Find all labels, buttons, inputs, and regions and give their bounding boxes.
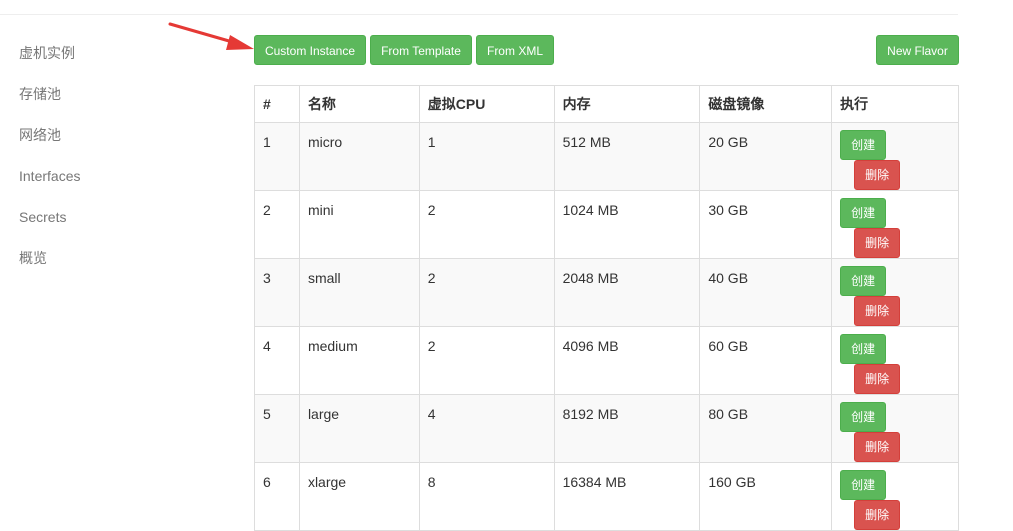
column-header-name: 名称 (298, 85, 420, 123)
delete-button[interactable]: 删除 (854, 160, 901, 190)
cell-memory: 1024 MB (553, 190, 701, 259)
cell-id: 1 (254, 122, 300, 191)
sidebar-item-secrets[interactable]: Secrets (19, 208, 80, 249)
delete-button[interactable]: 删除 (854, 296, 901, 326)
cell-disk: 160 GB (699, 462, 833, 531)
red-arrow-icon (168, 22, 254, 50)
cell-disk: 30 GB (699, 190, 833, 259)
sidebar-item-storage-pools[interactable]: 存储池 (19, 85, 80, 126)
cell-memory: 4096 MB (553, 326, 701, 395)
table-row: 5 large 4 8192 MB 80 GB 创建 删除 (254, 394, 959, 463)
cell-name: small (298, 258, 420, 327)
from-xml-button[interactable]: From XML (476, 35, 554, 65)
create-button[interactable]: 创建 (840, 334, 887, 364)
cell-actions: 创建 删除 (831, 258, 959, 327)
cell-id: 2 (254, 190, 300, 259)
cell-name: medium (298, 326, 420, 395)
column-header-memory: 内存 (553, 85, 701, 123)
sidebar-item-network-pools[interactable]: 网络池 (19, 126, 80, 167)
cell-actions: 创建 删除 (831, 190, 959, 259)
cell-name: micro (298, 122, 420, 191)
table-row: 3 small 2 2048 MB 40 GB 创建 删除 (254, 258, 959, 327)
sidebar-item-instances[interactable]: 虚机实例 (19, 44, 80, 85)
flavors-table: # 名称 虚拟CPU 内存 磁盘镜像 执行 1 micro 1 512 MB 2… (254, 85, 959, 531)
cell-actions: 创建 删除 (831, 462, 959, 531)
delete-button[interactable]: 删除 (854, 500, 901, 530)
column-header-id: # (254, 85, 300, 123)
cell-id: 6 (254, 462, 300, 531)
cell-memory: 2048 MB (553, 258, 701, 327)
delete-button[interactable]: 删除 (854, 432, 901, 462)
cell-id: 4 (254, 326, 300, 395)
cell-actions: 创建 删除 (831, 122, 959, 191)
cell-vcpu: 4 (418, 394, 555, 463)
cell-actions: 创建 删除 (831, 394, 959, 463)
column-header-vcpu: 虚拟CPU (418, 85, 555, 123)
delete-button[interactable]: 删除 (854, 228, 901, 258)
create-button[interactable]: 创建 (840, 130, 887, 160)
cell-name: large (298, 394, 420, 463)
create-button[interactable]: 创建 (840, 266, 887, 296)
cell-vcpu: 2 (418, 326, 555, 395)
column-header-actions: 执行 (831, 85, 959, 123)
table-row: 2 mini 2 1024 MB 30 GB 创建 删除 (254, 190, 959, 259)
new-flavor-button[interactable]: New Flavor (876, 35, 959, 65)
cell-memory: 512 MB (553, 122, 701, 191)
custom-instance-button[interactable]: Custom Instance (254, 35, 366, 65)
cell-disk: 20 GB (699, 122, 833, 191)
cell-actions: 创建 删除 (831, 326, 959, 395)
table-row: 6 xlarge 8 16384 MB 160 GB 创建 删除 (254, 462, 959, 531)
cell-memory: 16384 MB (553, 462, 701, 531)
cell-name: mini (298, 190, 420, 259)
cell-id: 5 (254, 394, 300, 463)
create-button[interactable]: 创建 (840, 470, 887, 500)
cell-disk: 60 GB (699, 326, 833, 395)
delete-button[interactable]: 删除 (854, 364, 901, 394)
table-row: 4 medium 2 4096 MB 60 GB 创建 删除 (254, 326, 959, 395)
cell-memory: 8192 MB (553, 394, 701, 463)
sidebar-item-interfaces[interactable]: Interfaces (19, 167, 80, 208)
cell-id: 3 (254, 258, 300, 327)
table-row: 1 micro 1 512 MB 20 GB 创建 删除 (254, 122, 959, 191)
table-header-row: # 名称 虚拟CPU 内存 磁盘镜像 执行 (254, 85, 959, 123)
sidebar-item-overview[interactable]: 概览 (19, 249, 80, 290)
create-button[interactable]: 创建 (840, 198, 887, 228)
cell-vcpu: 8 (418, 462, 555, 531)
cell-vcpu: 2 (418, 190, 555, 259)
from-template-button[interactable]: From Template (370, 35, 472, 65)
top-divider (0, 14, 958, 15)
cell-disk: 40 GB (699, 258, 833, 327)
cell-vcpu: 2 (418, 258, 555, 327)
sidebar: 虚机实例 存储池 网络池 Interfaces Secrets 概览 (19, 44, 80, 290)
column-header-disk: 磁盘镜像 (699, 85, 833, 123)
create-button[interactable]: 创建 (840, 402, 887, 432)
cell-vcpu: 1 (418, 122, 555, 191)
cell-disk: 80 GB (699, 394, 833, 463)
cell-name: xlarge (298, 462, 420, 531)
